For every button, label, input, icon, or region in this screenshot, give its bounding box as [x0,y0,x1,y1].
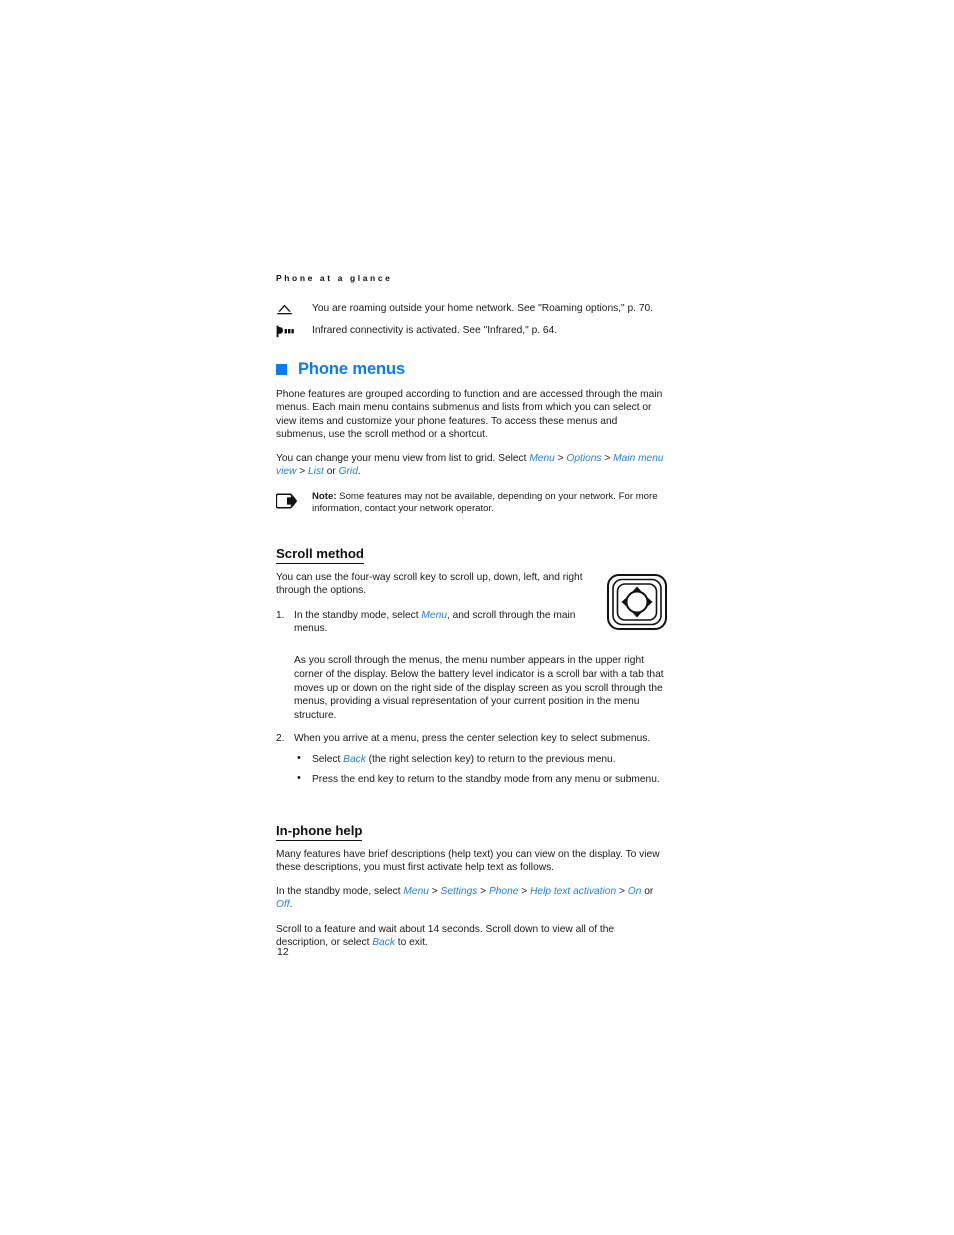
menu-view-paragraph: You can change your menu view from list … [276,452,668,479]
path-separator: > [428,886,441,898]
menu-link-options[interactable]: Options [566,453,601,464]
list-item: 2. When you arrive at a menu, press the c… [276,732,668,786]
menu-link-help-text-activation[interactable]: Help text activation [530,886,616,897]
list-item: Press the end key to return to the stand… [294,772,668,786]
menu-link-settings[interactable]: Settings [441,886,478,897]
scroll-method-step1-detail: As you scroll through the menus, the men… [294,655,664,721]
path-separator: > [477,886,489,898]
menu-link-list[interactable]: List [308,466,324,477]
para3-text-after: to exit. [394,937,428,949]
path-separator: > [518,886,531,898]
bullet-text: Press the end key to return to the stand… [312,774,660,786]
menu-link-back[interactable]: Back [343,754,366,765]
path-period: . [289,899,293,911]
note-text: Note: Some features may not be available… [306,491,668,516]
glance-item-text: Infrared connectivity is activated. See … [312,325,558,336]
subheading-scroll-method: Scroll method [276,546,364,564]
subheading-wrap-in-phone-help: In-phone help [276,807,668,848]
path-separator: > [601,453,614,465]
list-item: Select Back (the right selection key) to… [294,752,668,766]
scroll-method-body: You can use the four-way scroll key to s… [276,571,668,644]
scroll-method-bullets: Select Back (the right selection key) to… [294,752,668,787]
menu-link-on[interactable]: On [628,886,642,897]
in-phone-help-para3: Scroll to a feature and wait about 14 se… [276,923,668,950]
note-label: Note: [312,490,337,502]
step-text-before: In the standby mode, select [294,609,422,621]
bullet-text-before: Select [312,753,344,765]
path-separator: > [296,466,309,478]
list-item: 1. In the standby mode, select Menu, and … [276,609,668,636]
step-number: 1. [276,609,285,621]
page-number: 12 [277,946,289,958]
roaming-triangle-icon [276,302,306,316]
menu-link-back[interactable]: Back [372,937,395,948]
path-intro-text: In the standby mode, select [276,886,404,898]
note-body: Some features may not be available, depe… [312,490,658,515]
in-phone-help-path-paragraph: In the standby mode, select Menu > Setti… [276,885,668,912]
note-arrow-icon [275,491,306,516]
section-bullet-square-icon [276,364,287,375]
step-text: When you arrive at a menu, press the cen… [294,733,651,745]
menu-link-grid[interactable]: Grid [339,466,358,477]
page-content: Phone at a glance You are roaming outsid… [275,272,668,960]
subheading-wrap-scroll-method: Scroll method [276,530,668,571]
para3-text-before: Scroll to a feature and wait about 14 se… [276,923,615,949]
scroll-method-steps-continued: 2. When you arrive at a menu, press the c… [276,732,668,786]
path-separator: or [641,886,654,898]
subheading-in-phone-help: In-phone help [276,823,363,841]
infrared-icon [276,324,306,338]
menu-link-phone[interactable]: Phone [489,886,518,897]
glance-item-roaming: You are roaming outside your home networ… [276,302,668,316]
glance-item-text: You are roaming outside your home networ… [312,303,653,314]
step-number: 2. [276,733,285,745]
running-header: Phone at a glance [276,273,393,283]
path-separator: > [554,453,567,465]
note-callout: Note: Some features may not be available… [275,491,668,516]
menu-link-menu[interactable]: Menu [421,610,446,621]
path-separator: > [616,886,628,898]
path-separator: or [323,466,339,478]
glance-item-infrared: Infrared connectivity is activated. See … [276,324,668,338]
section-title: Phone menus [298,360,406,378]
in-phone-help-para1: Many features have brief descriptions (h… [276,848,660,873]
scroll-method-steps: 1. In the standby mode, select Menu, and … [276,609,668,636]
section-heading-phone-menus: Phone menus [276,360,668,379]
menu-link-menu[interactable]: Menu [529,453,554,464]
menu-link-off[interactable]: Off [276,899,290,910]
menu-link-menu[interactable]: Menu [403,886,428,897]
path-period: . [357,466,361,478]
section-intro-paragraph: Phone features are grouped according to … [276,389,663,440]
menu-view-text: You can change your menu view from list … [276,453,530,465]
bullet-text-after: (the right selection key) to return to t… [365,753,616,765]
